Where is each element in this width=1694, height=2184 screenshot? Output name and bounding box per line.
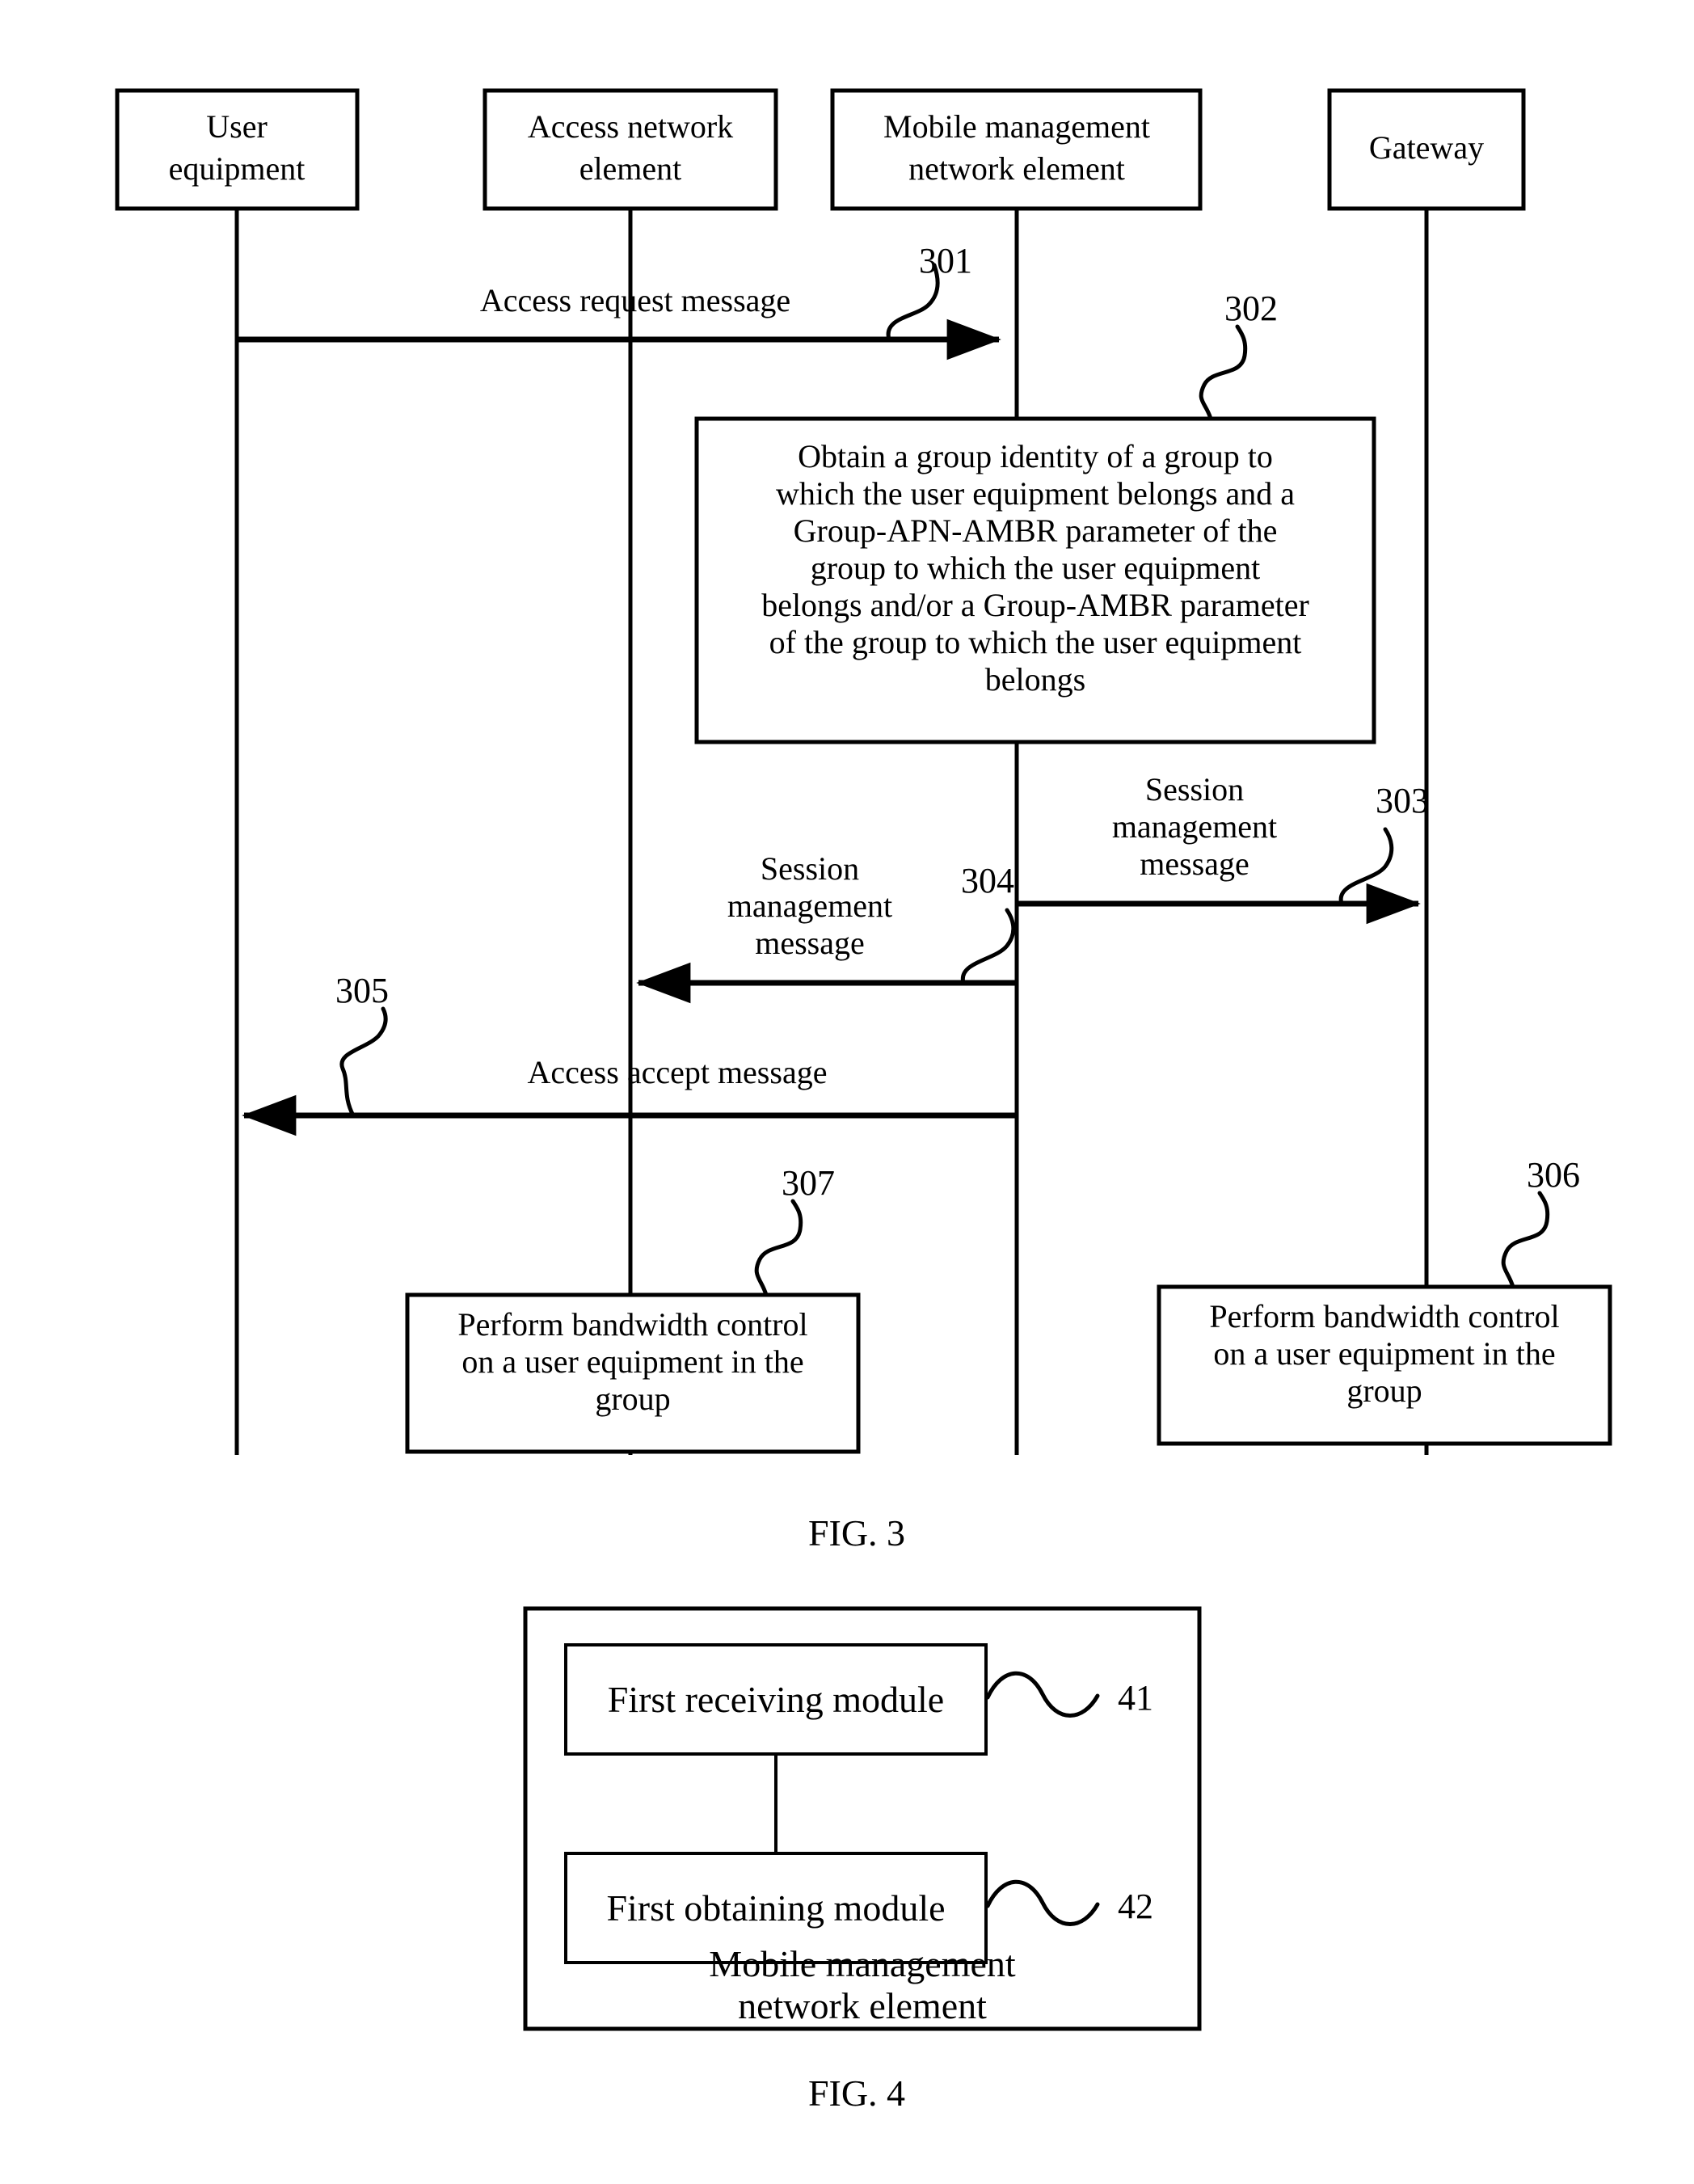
reference-numeral-301: 301 <box>919 241 972 280</box>
actor-label-user-equipment-line1: User <box>206 108 268 145</box>
message-304-label-line3: message <box>755 925 865 961</box>
process-box-302-line-6: of the group to which the user equipment <box>769 624 1302 660</box>
process-box-302-line-4: group to which the user equipment <box>811 550 1261 586</box>
reference-numeral-304: 304 <box>961 861 1014 900</box>
figure-4-caption: FIG. 4 <box>808 2072 905 2114</box>
figure-3: User equipment Access network element Mo… <box>115 88 1612 1554</box>
actor-label-mobile-management-network-element-line2: network element <box>908 150 1125 187</box>
process-box-307: Perform bandwidth control on a user equi… <box>405 1163 861 1454</box>
message-305-label: Access accept message <box>528 1054 828 1090</box>
reference-numeral-305: 305 <box>335 971 389 1010</box>
module-label-first-receiving-module: First receiving module <box>608 1679 944 1720</box>
reference-numeral-306: 306 <box>1527 1155 1580 1195</box>
figures-svg: User equipment Access network element Mo… <box>115 88 1612 2114</box>
module-label-first-obtaining-module: First obtaining module <box>606 1887 945 1929</box>
process-box-307-line-3: group <box>595 1381 670 1417</box>
leader-line-302 <box>1199 324 1248 421</box>
message-303-label-line3: message <box>1140 845 1249 882</box>
figure-4: First receiving module 41 First obtainin… <box>523 1606 1202 2114</box>
message-303-label-line1: Session <box>1145 771 1244 807</box>
reference-numeral-307: 307 <box>782 1163 835 1203</box>
process-box-302-line-7: belongs <box>985 661 1085 698</box>
leader-line-303 <box>1338 827 1394 906</box>
message-304: Session management message 304 <box>636 850 1017 1004</box>
actor-label-mobile-management-network-element-line1: Mobile management <box>883 108 1150 145</box>
process-box-302-line-5: belongs and/or a Group-AMBR parameter <box>761 587 1309 623</box>
process-box-302-line-3: Group-APN-AMBR parameter of the <box>794 512 1278 549</box>
actor-box-gateway: Gateway <box>1327 88 1526 211</box>
message-301: Access request message 301 <box>237 241 1001 360</box>
leader-line-306 <box>1501 1191 1550 1289</box>
actor-label-gateway-line1: Gateway <box>1369 129 1484 166</box>
process-box-307-line-2: on a user equipment in the <box>461 1343 803 1380</box>
leader-line-305 <box>339 1006 388 1118</box>
reference-numeral-41: 41 <box>1118 1678 1153 1718</box>
leader-line-304 <box>960 908 1016 985</box>
reference-numeral-42: 42 <box>1118 1887 1153 1926</box>
process-box-302: Obtain a group identity of a group to wh… <box>694 289 1376 744</box>
message-303-label-line2: management <box>1112 808 1277 845</box>
reference-numeral-302: 302 <box>1224 289 1278 328</box>
process-box-306-line-1: Perform bandwidth control <box>1209 1298 1559 1334</box>
process-box-302-line-2: which the user equipment belongs and a <box>776 475 1295 512</box>
actor-label-access-network-element-line2: element <box>579 150 682 187</box>
actor-box-mobile-management-network-element: Mobile management network element <box>830 88 1203 211</box>
process-box-306-line-3: group <box>1346 1372 1422 1409</box>
actor-box-user-equipment: User equipment <box>115 88 360 211</box>
process-box-302-line-1: Obtain a group identity of a group to <box>798 438 1273 474</box>
message-304-label-line2: management <box>727 888 892 924</box>
actor-label-user-equipment-line2: equipment <box>169 150 306 187</box>
reference-numeral-303: 303 <box>1376 781 1429 820</box>
message-304-label-line1: Session <box>761 850 859 887</box>
actor-box-access-network-element: Access network element <box>482 88 778 211</box>
actor-label-access-network-element-line1: Access network <box>528 108 733 145</box>
patent-drawing-sheet: User equipment Access network element Mo… <box>0 0 1694 2184</box>
process-box-306: Perform bandwidth control on a user equi… <box>1157 1155 1612 1446</box>
message-303: Session management message 303 <box>1017 771 1429 925</box>
process-box-306-line-2: on a user equipment in the <box>1213 1335 1555 1372</box>
figure-3-caption: FIG. 3 <box>808 1512 905 1554</box>
process-box-307-line-1: Perform bandwidth control <box>457 1306 807 1343</box>
leader-line-307 <box>754 1199 803 1297</box>
figure-4-container-label-line2: network element <box>738 1985 987 2026</box>
message-301-label: Access request message <box>480 282 790 318</box>
figure-4-container-label-line1: Mobile management <box>709 1943 1016 1984</box>
